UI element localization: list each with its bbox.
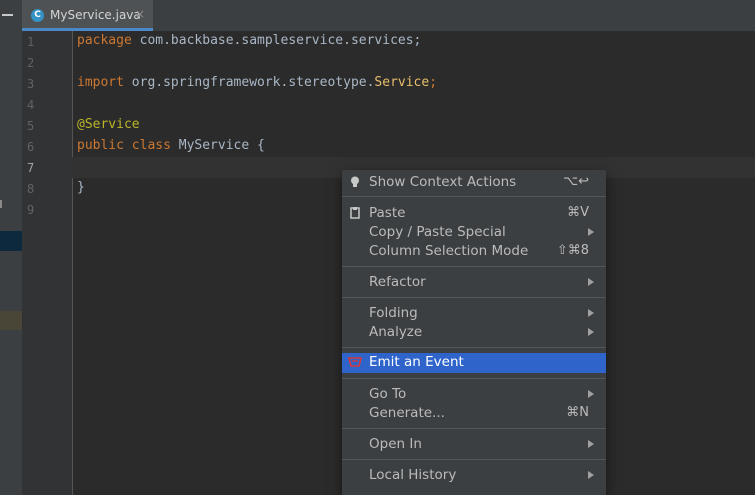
selected-tree-item[interactable]: [0, 231, 22, 251]
closing-brace: }: [77, 180, 85, 195]
close-icon[interactable]: ×: [135, 7, 145, 21]
annotation: @Service: [77, 117, 140, 132]
tree-marker: [0, 200, 2, 208]
package-name: com.backbase.sampleservice.services;: [131, 33, 422, 48]
menu-item-local-history[interactable]: Local History: [342, 466, 606, 485]
menu-label: Paste: [369, 205, 406, 221]
menu-label: Folding: [369, 305, 418, 321]
menu-separator: [342, 428, 606, 429]
tab-myservice[interactable]: C MyService.java ×: [22, 0, 153, 31]
imported-class: Service: [374, 75, 430, 90]
project-tool-strip[interactable]: [0, 0, 22, 495]
line-number: 1: [27, 35, 35, 49]
code-line-3[interactable]: import org.springframework.stereotype.Se…: [77, 75, 437, 90]
menu-label: Copy / Paste Special: [369, 224, 506, 240]
shortcut: ⌘V: [567, 205, 589, 220]
menu-label: Local History: [369, 467, 457, 483]
menu-label: Generate...: [369, 405, 445, 421]
menu-label: Emit an Event: [369, 354, 464, 370]
code-line-8[interactable]: }: [77, 180, 85, 195]
java-class-icon: C: [31, 9, 44, 22]
submenu-arrow-icon: [588, 278, 594, 286]
menu-item-folding[interactable]: Folding: [342, 304, 606, 323]
clipboard-icon: [350, 207, 360, 219]
menu-item-show-context-actions[interactable]: Show Context Actions ⌥↩: [342, 173, 606, 192]
line-number: 8: [27, 182, 35, 196]
collapse-icon[interactable]: [2, 14, 13, 16]
event-icon: [348, 357, 362, 367]
menu-separator: [342, 378, 606, 379]
menu-label: Go To: [369, 386, 407, 402]
code-line-6[interactable]: public class MyService {: [77, 138, 265, 153]
menu-item-analyze[interactable]: Analyze: [342, 323, 606, 342]
submenu-arrow-icon: [588, 440, 594, 448]
line-number: 4: [27, 98, 35, 112]
menu-item-refactor[interactable]: Refactor: [342, 273, 606, 292]
import-path: org.springframework.stereotype.: [123, 75, 375, 90]
menu-item-generate[interactable]: Generate... ⌘N: [342, 404, 606, 423]
submenu-arrow-icon: [588, 228, 594, 236]
code-line-1[interactable]: package com.backbase.sampleservice.servi…: [77, 33, 421, 48]
menu-separator: [342, 266, 606, 267]
keyword: public class: [77, 138, 171, 153]
menu-item-column-selection-mode[interactable]: Column Selection Mode ⇧⌘8: [342, 242, 606, 261]
menu-separator: [342, 459, 606, 460]
keyword: import: [77, 75, 124, 90]
class-declaration: MyService {: [170, 138, 265, 153]
semicolon: ;: [429, 75, 438, 90]
submenu-arrow-icon: [588, 390, 594, 398]
line-number-gutter[interactable]: 1 2 3 4 5 6 7 8 9: [22, 31, 73, 495]
menu-item-open-in[interactable]: Open In: [342, 435, 606, 454]
line-number: 9: [27, 203, 35, 217]
menu-item-copy-paste-special[interactable]: Copy / Paste Special: [342, 223, 606, 242]
menu-label: Open In: [369, 436, 422, 452]
line-number: 5: [27, 119, 35, 133]
line-number: 6: [27, 140, 35, 154]
editor-context-menu: Show Context Actions ⌥↩ Paste ⌘V Copy / …: [342, 170, 606, 495]
submenu-arrow-icon: [588, 309, 594, 317]
shortcut: ⇧⌘8: [556, 243, 589, 258]
menu-separator: [342, 196, 606, 197]
menu-item-emit-event[interactable]: Emit an Event: [342, 353, 606, 373]
menu-item-go-to[interactable]: Go To: [342, 385, 606, 404]
line-number: 2: [27, 56, 35, 70]
menu-label: Analyze: [369, 324, 423, 340]
submenu-arrow-icon: [588, 471, 594, 479]
code-line-5[interactable]: @Service: [77, 117, 140, 132]
tab-label: MyService.java: [50, 8, 141, 22]
highlighted-tree-item[interactable]: [0, 311, 22, 330]
shortcut: ⌥↩: [563, 174, 589, 189]
menu-label: Refactor: [369, 274, 426, 290]
shortcut: ⌘N: [566, 405, 589, 420]
line-number-current: 7: [27, 161, 35, 175]
submenu-arrow-icon: [588, 328, 594, 336]
editor-tab-bar: C MyService.java ×: [22, 0, 755, 31]
line-number: 3: [27, 77, 35, 91]
lightbulb-icon: [351, 176, 359, 187]
menu-item-paste[interactable]: Paste ⌘V: [342, 204, 606, 223]
keyword: package: [77, 33, 132, 48]
menu-separator: [342, 347, 606, 348]
menu-label: Column Selection Mode: [369, 243, 529, 259]
menu-label: Show Context Actions: [369, 174, 517, 190]
menu-separator: [342, 297, 606, 298]
